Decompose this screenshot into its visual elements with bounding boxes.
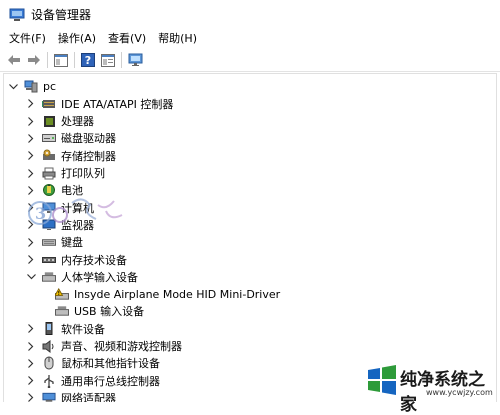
tree-item-label: 软件设备 xyxy=(61,322,105,336)
hid-warning-icon xyxy=(55,287,69,301)
chevron-right-icon[interactable] xyxy=(26,324,36,334)
tree-item-label: 存储控制器 xyxy=(61,149,116,163)
tree-item[interactable]: 磁盘驱动器 xyxy=(26,130,116,147)
processor-icon xyxy=(42,115,56,128)
chevron-right-icon[interactable] xyxy=(26,255,36,265)
brand-url: www.ycwjzy.com xyxy=(426,388,493,397)
brand-logo-icon xyxy=(368,365,396,395)
tree-item[interactable]: 键盘 xyxy=(26,234,83,251)
menu-action[interactable]: 操作(A) xyxy=(52,29,102,49)
tree-item[interactable]: 声音、视频和游戏控制器 xyxy=(26,338,182,355)
keyboard-icon xyxy=(42,236,56,249)
tree-item-label: 通用串行总线控制器 xyxy=(61,374,160,388)
tree-item-label: 声音、视频和游戏控制器 xyxy=(61,340,182,353)
window-title: 设备管理器 xyxy=(31,8,92,22)
chevron-right-icon[interactable] xyxy=(26,133,36,143)
device-tree: pc IDE ATA/ATAPI 控制器 处理器 磁盘驱动器 存储控制器 打印队列 电池计… xyxy=(3,73,497,402)
printer-icon xyxy=(42,167,56,180)
chevron-right-icon[interactable] xyxy=(26,168,36,178)
menu-file[interactable]: 文件(F) xyxy=(3,29,52,49)
tree-item[interactable]: 网络适配器 xyxy=(26,389,116,402)
menu-bar: 文件(F) 操作(A) 查看(V) 帮助(H) xyxy=(0,29,500,49)
memory-device-icon xyxy=(42,253,56,266)
tree-item[interactable]: 打印队列 xyxy=(26,165,105,182)
properties-icon xyxy=(101,53,115,67)
mouse-icon xyxy=(42,356,56,370)
tree-root[interactable]: pc xyxy=(8,78,56,95)
menu-help[interactable]: 帮助(H) xyxy=(152,29,203,49)
tree-root-label: pc xyxy=(43,80,57,93)
network-adapter-icon xyxy=(42,391,56,402)
tree-item[interactable]: IDE ATA/ATAPI 控制器 xyxy=(26,95,173,112)
back-arrow-icon xyxy=(8,55,20,65)
hid-device-icon xyxy=(55,305,69,318)
chevron-right-icon[interactable] xyxy=(26,376,36,386)
tree-item-label: IDE ATA/ATAPI 控制器 xyxy=(61,97,174,111)
scan-hardware-button[interactable] xyxy=(125,51,145,69)
tree-item[interactable]: 鼠标和其他指针设备 xyxy=(26,355,160,372)
chevron-right-icon[interactable] xyxy=(26,237,36,247)
toolbar: ? xyxy=(0,49,500,72)
tree-item[interactable]: 内存技术设备 xyxy=(26,251,127,268)
forward-arrow-icon xyxy=(28,55,40,65)
tree-item-label: 磁盘驱动器 xyxy=(61,132,116,146)
tree-item-label: 键盘 xyxy=(61,236,83,250)
hid-icon xyxy=(42,270,56,283)
help-button[interactable]: ? xyxy=(78,51,98,69)
tree-child-item[interactable]: Insyde Airplane Mode HID Mini-Driver xyxy=(55,286,280,303)
tree-child-label: USB 输入设备 xyxy=(74,305,145,319)
chevron-down-icon[interactable] xyxy=(8,82,18,92)
tree-item-label: 网络适配器 xyxy=(61,391,116,402)
disk-drive-icon xyxy=(42,132,56,145)
chevron-right-icon[interactable] xyxy=(26,116,36,126)
tree-child-label: Insyde Airplane Mode HID Mini-Driver xyxy=(74,287,281,301)
chevron-right-icon[interactable] xyxy=(26,341,36,351)
menu-view[interactable]: 查看(V) xyxy=(102,29,152,49)
device-manager-icon xyxy=(9,8,25,21)
watermark-logo: 3 xyxy=(28,198,123,225)
chevron-down-icon[interactable] xyxy=(26,272,36,282)
monitor-scan-icon xyxy=(128,53,142,66)
forward-button[interactable] xyxy=(24,51,44,69)
title-bar: 设备管理器 xyxy=(0,0,500,29)
toolbar-separator xyxy=(74,52,75,68)
toolbar-separator xyxy=(47,52,48,68)
computer-root-icon xyxy=(24,80,38,93)
tree-item[interactable]: 存储控制器 xyxy=(26,147,116,164)
back-button[interactable] xyxy=(4,51,24,69)
chevron-right-icon[interactable] xyxy=(26,151,36,161)
properties-button[interactable] xyxy=(98,51,118,69)
brand-watermark: 纯净系统之家 www.ycwjzy.com xyxy=(366,361,500,415)
chevron-right-icon[interactable] xyxy=(26,99,36,109)
tree-child-item[interactable]: USB 输入设备 xyxy=(55,303,144,320)
sound-icon xyxy=(42,339,56,353)
tree-item[interactable]: 处理器 xyxy=(26,113,94,130)
tree-item-label: 处理器 xyxy=(61,115,94,129)
tree-item[interactable]: 软件设备 xyxy=(26,320,105,337)
tree-item[interactable]: 通用串行总线控制器 xyxy=(26,372,160,389)
ide-controller-icon xyxy=(42,97,56,110)
console-tree-icon xyxy=(54,53,68,67)
software-device-icon xyxy=(42,322,56,336)
tree-item[interactable]: 人体学输入设备 xyxy=(26,268,138,285)
chevron-right-icon[interactable] xyxy=(26,358,36,368)
tree-item-label: 鼠标和其他指针设备 xyxy=(61,357,160,371)
toolbar-separator xyxy=(121,52,122,68)
help-icon: ? xyxy=(81,53,95,67)
show-hide-console-tree-button[interactable] xyxy=(51,51,71,69)
svg-text:3: 3 xyxy=(35,204,46,223)
svg-text:?: ? xyxy=(85,54,91,67)
tree-item-label: 打印队列 xyxy=(61,167,105,180)
storage-controller-icon xyxy=(42,149,56,162)
usb-icon xyxy=(42,374,56,388)
tree-item-label: 人体学输入设备 xyxy=(61,270,138,284)
tree-item-label: 内存技术设备 xyxy=(61,253,127,267)
